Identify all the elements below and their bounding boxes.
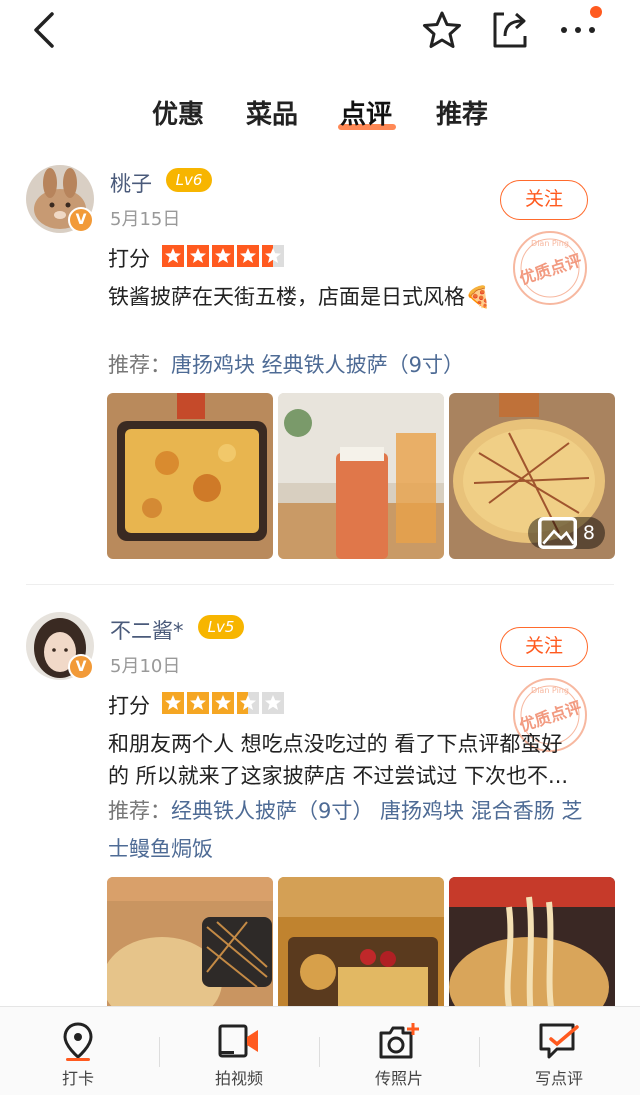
recommend-items[interactable]: 士鳗鱼焗饭	[108, 830, 608, 868]
follow-button[interactable]: 关注	[500, 180, 588, 220]
photo-camera-icon	[379, 1023, 419, 1059]
recommended-dishes[interactable]: 推荐：经典铁人披萨（9寸） 唐扬鸡块 混合香肠 芝 士鳗鱼焗饭	[108, 792, 608, 868]
bottom-action-bar: 打卡 拍视频 传照片 写点评	[0, 1006, 640, 1095]
verified-badge: V	[68, 654, 94, 680]
star-icon	[262, 245, 284, 267]
share-icon[interactable]	[488, 6, 532, 52]
write-review-button[interactable]: 写点评	[499, 1021, 619, 1089]
verified-badge: V	[68, 207, 94, 233]
star-icon	[212, 692, 234, 714]
follow-button[interactable]: 关注	[500, 627, 588, 667]
favorite-star-icon[interactable]	[420, 8, 464, 52]
review-date: 5月10日	[110, 656, 181, 677]
photo-count-badge[interactable]: 8	[527, 517, 605, 549]
review-text[interactable]: 铁酱披萨在天街五楼，店面是日式风格🍕	[108, 281, 608, 313]
level-badge: Lv5	[198, 615, 244, 639]
star-icon	[262, 692, 284, 714]
review-photo[interactable]	[278, 393, 444, 559]
bottom-label: 写点评	[534, 1069, 583, 1088]
recommend-prefix: 推荐：	[108, 799, 171, 823]
video-camera-icon	[218, 1024, 258, 1058]
review-photo[interactable]: 8	[449, 393, 615, 559]
star-icon	[187, 692, 209, 714]
stamp-subtext: Dian Ping	[531, 239, 569, 248]
review-text-line: 和朋友两个人 想吃点没吃过的 看了下点评都蛮好	[108, 732, 563, 756]
rating-stars	[162, 245, 284, 267]
star-icon	[237, 692, 259, 714]
top-bar	[0, 0, 640, 64]
review-photos: 8	[107, 393, 615, 559]
username[interactable]: 桃子	[110, 168, 152, 198]
section-tabs: 优惠 菜品 点评 推荐	[0, 88, 640, 138]
recommend-prefix: 推荐：	[108, 353, 171, 377]
level-badge: Lv6	[166, 168, 212, 192]
star-icon	[237, 245, 259, 267]
recommended-dishes[interactable]: 推荐：唐扬鸡块 经典铁人披萨（9寸）	[108, 346, 608, 384]
bottom-label: 打卡	[61, 1069, 94, 1088]
back-icon[interactable]	[26, 8, 66, 52]
notification-dot	[590, 6, 602, 18]
star-icon	[162, 245, 184, 267]
star-icon	[187, 245, 209, 267]
star-icon	[212, 245, 234, 267]
review-photo[interactable]	[107, 393, 273, 559]
score-label: 打分	[108, 247, 150, 271]
bottom-label: 传照片	[374, 1069, 423, 1088]
username[interactable]: 不二酱*	[110, 615, 184, 645]
recommend-items[interactable]: 经典铁人披萨（9寸） 唐扬鸡块 混合香肠 芝	[171, 799, 582, 823]
image-icon	[537, 517, 577, 549]
review-date: 5月15日	[110, 209, 181, 230]
recommend-items[interactable]: 唐扬鸡块 经典铁人披萨（9寸）	[171, 353, 464, 377]
photo-count: 8	[582, 522, 595, 544]
check-in-button[interactable]: 打卡	[18, 1021, 138, 1089]
divider	[479, 1037, 480, 1067]
divider	[159, 1037, 160, 1067]
location-pin-icon	[63, 1022, 93, 1061]
shoot-video-button[interactable]: 拍视频	[179, 1021, 299, 1089]
star-icon	[162, 692, 184, 714]
tab-recommend[interactable]: 推荐	[436, 94, 488, 131]
rating-stars	[162, 692, 284, 714]
write-review-icon	[539, 1023, 579, 1059]
tab-discount[interactable]: 优惠	[152, 94, 204, 131]
divider	[319, 1037, 320, 1067]
upload-photo-button[interactable]: 传照片	[339, 1021, 459, 1089]
bottom-label: 拍视频	[214, 1069, 263, 1088]
score-label: 打分	[108, 694, 150, 718]
tab-reviews[interactable]: 点评	[340, 94, 392, 131]
review-text-line: 的 所以就来了这家披萨店 不过尝试过 下次也不...	[108, 764, 569, 788]
review-text[interactable]: 和朋友两个人 想吃点没吃过的 看了下点评都蛮好 的 所以就来了这家披萨店 不过尝…	[108, 728, 608, 792]
tab-dishes[interactable]: 菜品	[246, 94, 298, 131]
divider	[26, 584, 614, 585]
stamp-subtext: Dian Ping	[531, 686, 569, 695]
